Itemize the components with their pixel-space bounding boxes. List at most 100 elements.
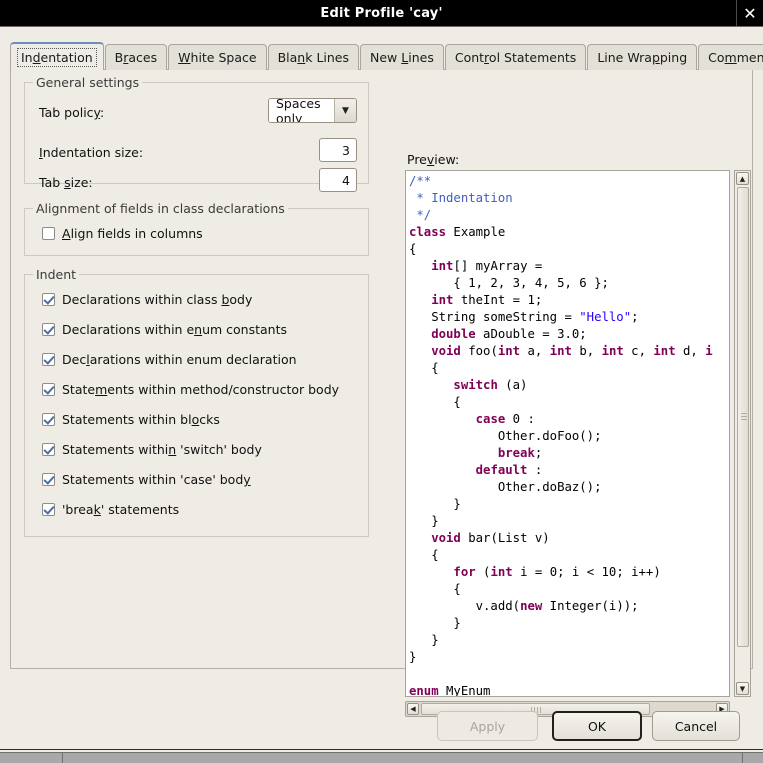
- checkbox-label: Declarations within enum declaration: [62, 352, 297, 367]
- checkbox-declarations-within-enum-constants[interactable]: Declarations within enum constants: [42, 322, 287, 337]
- checkbox-label: Statements within 'case' body: [62, 472, 251, 487]
- preview-label: Preview:: [407, 152, 459, 167]
- tab-label: Indentation: [17, 48, 97, 67]
- code-line: for (int i = 0; i < 10; i++): [409, 564, 713, 581]
- checkbox-declarations-within-class-body[interactable]: Declarations within class body: [42, 292, 252, 307]
- checkbox-align-fields-in-columns[interactable]: Align fields in columns: [42, 226, 203, 241]
- tab-policy-label: Tab policy:: [39, 105, 104, 120]
- code-token: {: [409, 242, 416, 256]
- code-preview-box[interactable]: /** * Indentation */class Example{ int[]…: [405, 170, 730, 697]
- indentation-size-input[interactable]: 3: [319, 138, 357, 162]
- code-token: v.add(: [409, 599, 520, 613]
- code-token: [409, 378, 453, 392]
- scroll-down-icon[interactable]: ▼: [736, 682, 749, 695]
- tab-braces[interactable]: Braces: [105, 44, 167, 70]
- code-token: }: [409, 633, 439, 647]
- checkbox-box: [42, 503, 55, 516]
- code-token: foo(: [461, 344, 498, 358]
- window-resize-grip[interactable]: [0, 752, 763, 763]
- apply-button[interactable]: Apply: [437, 711, 538, 741]
- code-token: int: [653, 344, 675, 358]
- code-token: MyEnum: [439, 684, 491, 697]
- code-token: [409, 531, 431, 545]
- chevron-down-icon[interactable]: ▼: [334, 99, 356, 122]
- tab-white-space[interactable]: White Space: [168, 44, 266, 70]
- tab-size-input[interactable]: 4: [319, 168, 357, 192]
- code-token: int: [550, 344, 572, 358]
- window-titlebar: Edit Profile 'cay' ✕: [0, 0, 763, 27]
- tab-line-wrapping[interactable]: Line Wrapping: [587, 44, 697, 70]
- checkbox-break-statements[interactable]: 'break' statements: [42, 502, 179, 517]
- checkbox-box: [42, 413, 55, 426]
- checkbox-box: [42, 353, 55, 366]
- code-token: [] myArray =: [453, 259, 542, 273]
- code-line: {: [409, 360, 713, 377]
- cancel-button[interactable]: Cancel: [652, 711, 740, 741]
- tab-control-statements[interactable]: Control Statements: [445, 44, 586, 70]
- code-token: int: [602, 344, 624, 358]
- code-token: }: [409, 616, 461, 630]
- grip-divider-left: [62, 753, 63, 763]
- tab-label: White Space: [178, 50, 256, 65]
- scroll-left-icon[interactable]: ◀: [407, 703, 419, 715]
- indent-group: Indent Declarations within class bodyDec…: [24, 274, 369, 537]
- tab-blank-lines[interactable]: Blank Lines: [268, 44, 359, 70]
- code-line: double aDouble = 3.0;: [409, 326, 713, 343]
- code-token: Other.doBaz();: [409, 480, 602, 494]
- code-token: */: [409, 208, 431, 222]
- code-token: void: [431, 344, 461, 358]
- checkbox-box: [42, 323, 55, 336]
- code-line: }: [409, 496, 713, 513]
- checkbox-statements-within-case-body[interactable]: Statements within 'case' body: [42, 472, 251, 487]
- code-token: String someString =: [409, 310, 579, 324]
- code-token: {: [409, 582, 461, 596]
- code-line: {: [409, 581, 713, 598]
- code-token: }: [409, 650, 416, 664]
- code-line: int[] myArray =: [409, 258, 713, 275]
- code-line: case 0 :: [409, 411, 713, 428]
- scroll-up-icon[interactable]: ▲: [736, 172, 749, 185]
- vertical-scroll-thumb[interactable]: [737, 187, 749, 647]
- preview-area: /** * Indentation */class Example{ int[]…: [405, 170, 751, 715]
- checkbox-declarations-within-enum-declaration[interactable]: Declarations within enum declaration: [42, 352, 297, 367]
- code-token: (: [476, 565, 491, 579]
- code-token: int: [431, 259, 453, 273]
- code-line: /**: [409, 173, 713, 190]
- code-token: class: [409, 225, 446, 239]
- code-line: break;: [409, 445, 713, 462]
- code-token: bar(List v): [461, 531, 550, 545]
- code-token: aDouble = 3.0;: [476, 327, 587, 341]
- tab-policy-value: Spaces only: [269, 99, 334, 122]
- code-token: int: [490, 565, 512, 579]
- code-token: { 1, 2, 3, 4, 5, 6 };: [409, 276, 609, 290]
- code-line: {: [409, 547, 713, 564]
- tab-comments[interactable]: Comments: [698, 44, 763, 70]
- tab-policy-combo[interactable]: Spaces only ▼: [268, 98, 357, 123]
- code-token: :: [527, 463, 542, 477]
- ok-button[interactable]: OK: [552, 711, 642, 741]
- code-token: b,: [572, 344, 602, 358]
- code-token: * Indentation: [409, 191, 513, 205]
- code-token: [409, 412, 476, 426]
- tab-new-lines[interactable]: New Lines: [360, 44, 444, 70]
- checkbox-label: Statements within method/constructor bod…: [62, 382, 339, 397]
- checkbox-statements-within-switch-body[interactable]: Statements within 'switch' body: [42, 442, 262, 457]
- grip-divider-right: [742, 753, 743, 763]
- code-line: void bar(List v): [409, 530, 713, 547]
- checkbox-statements-within-blocks[interactable]: Statements within blocks: [42, 412, 220, 427]
- code-token: [409, 565, 453, 579]
- tab-indentation[interactable]: Indentation: [10, 42, 104, 70]
- window-title: Edit Profile 'cay': [320, 6, 442, 21]
- close-icon[interactable]: ✕: [736, 0, 763, 26]
- code-token: c,: [624, 344, 654, 358]
- code-line: }: [409, 615, 713, 632]
- code-line: * Indentation: [409, 190, 713, 207]
- checkbox-statements-within-method-constructor-body[interactable]: Statements within method/constructor bod…: [42, 382, 339, 397]
- alignment-group: Alignment of fields in class declaration…: [24, 208, 369, 256]
- code-token: a,: [520, 344, 550, 358]
- checkbox-box-align-fields: [42, 227, 55, 240]
- preview-vertical-scrollbar[interactable]: ▲ ▼: [734, 170, 751, 697]
- code-line: switch (a): [409, 377, 713, 394]
- tab-label: Control Statements: [455, 50, 576, 65]
- code-token: ;: [631, 310, 638, 324]
